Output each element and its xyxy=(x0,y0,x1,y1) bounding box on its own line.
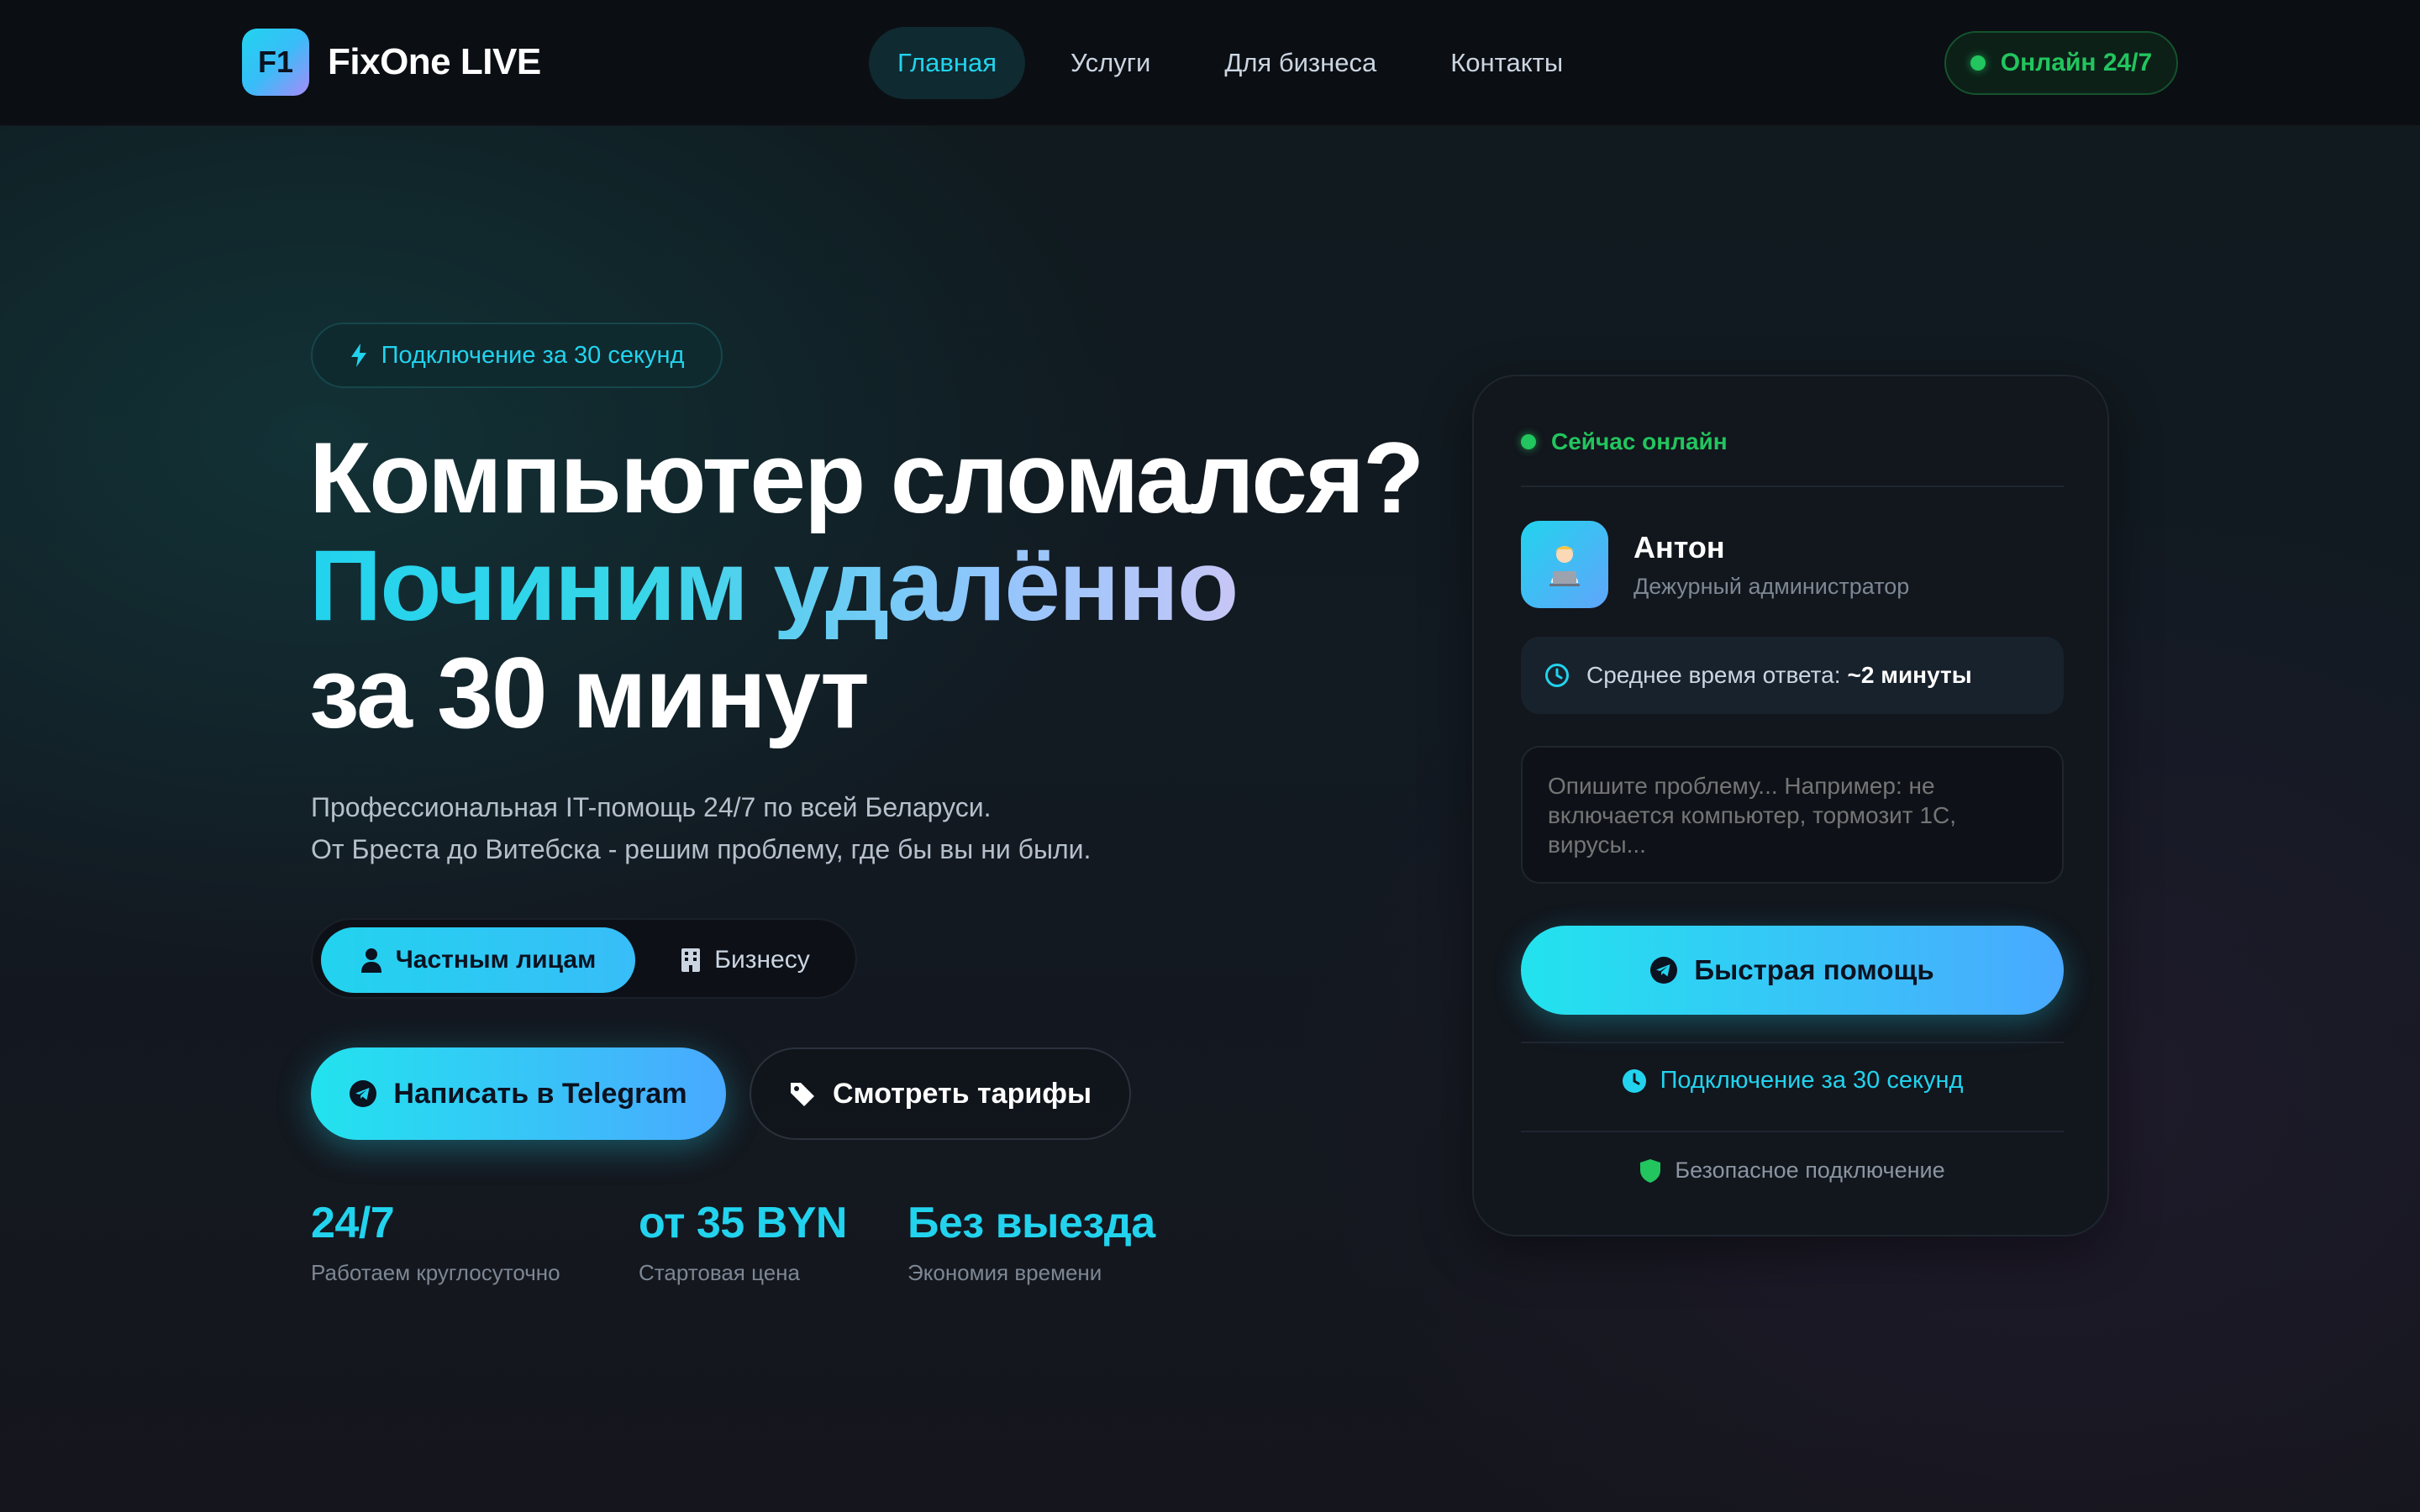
connection-badge: Подключение за 30 секунд xyxy=(311,323,723,388)
online-status-pill: Онлайн 24/7 xyxy=(1944,31,2178,95)
toggle-private-label: Частным лицам xyxy=(395,946,597,974)
stat-label: Экономия времени xyxy=(908,1260,1102,1285)
telegram-button-label: Написать в Telegram xyxy=(393,1077,687,1110)
stat-value: 24/7 xyxy=(311,1199,395,1247)
technician-avatar-icon xyxy=(1521,521,1608,608)
online-dot-icon xyxy=(1970,55,1986,71)
agent-name: Антон xyxy=(1634,529,1725,564)
menu-item-business[interactable]: Для бизнеса xyxy=(1196,27,1405,99)
agent-profile: Антон Дежурный администратор xyxy=(1521,521,1909,608)
toggle-private-button[interactable]: Частным лицам xyxy=(321,927,635,993)
hero-subtitle-line2: От Бреста до Витебска - решим проблему, … xyxy=(311,834,1092,864)
connection-badge-label: Подключение за 30 секунд xyxy=(381,341,685,369)
secure-note: Безопасное подключение xyxy=(1521,1158,2064,1184)
clock-icon xyxy=(1622,1068,1646,1093)
response-time-label: Среднее время ответа: xyxy=(1586,662,1841,688)
tariffs-button-label: Смотреть тарифы xyxy=(832,1077,1092,1110)
tag-icon xyxy=(790,1083,814,1106)
main-menu: Главная Услуги Для бизнеса Контакты xyxy=(869,27,1608,99)
online-status-label: Онлайн 24/7 xyxy=(2000,49,2153,76)
telegram-button[interactable]: Написать в Telegram xyxy=(311,1047,726,1140)
menu-item-home[interactable]: Главная xyxy=(869,27,1025,99)
stat-value: от 35 BYN xyxy=(639,1199,847,1247)
toggle-business-button[interactable]: Бизнесу xyxy=(657,927,834,993)
hero-title-line3: за 30 минут xyxy=(309,637,870,749)
stat-label: Стартовая цена xyxy=(639,1260,800,1285)
menu-item-contacts[interactable]: Контакты xyxy=(1422,27,1591,99)
top-navbar: F1 FixOne LIVE Главная Услуги Для бизнес… xyxy=(0,0,2420,126)
hero-subtitle-line1: Профессиональная IT-помощь 24/7 по всей … xyxy=(311,792,992,822)
secure-note-label: Безопасное подключение xyxy=(1675,1158,1945,1183)
stat-value: Без выезда xyxy=(908,1199,1155,1247)
agent-role: Дежурный администратор xyxy=(1634,573,1910,599)
card-online-status: Сейчас онлайн xyxy=(1521,428,1728,455)
stat-price: от 35 BYN Стартовая цена xyxy=(639,1198,847,1286)
support-card: Сейчас онлайн Антон Дежурный администрат… xyxy=(1472,375,2109,1236)
logo-text: FixOne LIVE xyxy=(328,41,541,82)
toggle-business-label: Бизнесу xyxy=(714,946,810,974)
stat-label: Работаем круглосуточно xyxy=(311,1260,560,1285)
hero-title: Компьютер сломался? Починим удалённо за … xyxy=(309,422,1424,749)
divider xyxy=(1521,1042,2064,1043)
menu-item-services[interactable]: Услуги xyxy=(1042,27,1179,99)
logo[interactable]: F1 FixOne LIVE xyxy=(242,29,541,96)
divider xyxy=(1521,1131,2064,1132)
shield-icon xyxy=(1640,1158,1661,1183)
hero-title-line1: Компьютер сломался? xyxy=(309,422,1424,534)
response-time-box: Среднее время ответа: ~2 минуты xyxy=(1521,637,2064,714)
audience-toggle: Частным лицам Бизнесу xyxy=(311,918,857,999)
stat-remote: Без выезда Экономия времени xyxy=(908,1198,1155,1286)
user-icon xyxy=(360,948,381,973)
hero-subtitle: Профессиональная IT-помощь 24/7 по всей … xyxy=(311,786,1091,870)
response-time-value: ~2 минуты xyxy=(1847,662,1972,688)
telegram-icon xyxy=(350,1080,377,1107)
tariffs-button[interactable]: Смотреть тарифы xyxy=(750,1047,1131,1140)
stat-availability: 24/7 Работаем круглосуточно xyxy=(311,1198,560,1286)
connect-note-label: Подключение за 30 секунд xyxy=(1660,1067,1964,1094)
divider xyxy=(1521,486,2064,487)
lightning-icon xyxy=(350,344,366,367)
card-online-label: Сейчас онлайн xyxy=(1551,428,1728,454)
logo-mark: F1 xyxy=(242,29,309,96)
quick-help-label: Быстрая помощь xyxy=(1694,954,1934,985)
telegram-icon xyxy=(1650,957,1678,984)
clock-icon xyxy=(1545,664,1569,687)
building-icon xyxy=(681,948,701,972)
quick-help-button[interactable]: Быстрая помощь xyxy=(1521,926,2064,1015)
problem-description-input[interactable] xyxy=(1521,746,2064,884)
hero-title-line2: Починим удалённо xyxy=(309,532,1423,639)
online-dot-icon xyxy=(1521,434,1536,449)
connect-note: Подключение за 30 секунд xyxy=(1521,1067,2064,1095)
